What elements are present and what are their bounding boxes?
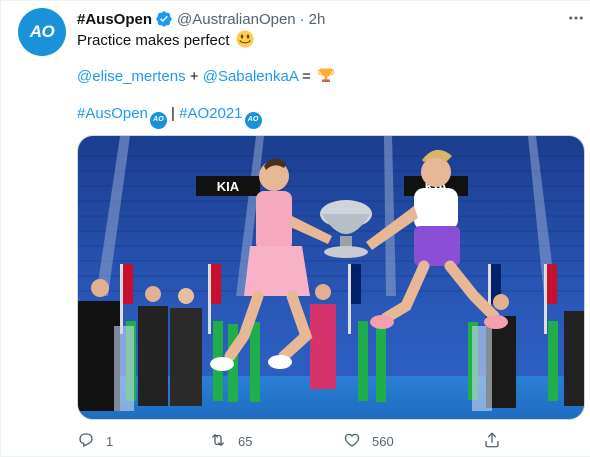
- user-handle[interactable]: @AustralianOpen: [177, 11, 296, 28]
- tweet-card[interactable]: AO #AusOpen @AustralianOpen · 2h Practic…: [0, 0, 590, 457]
- glass-pillar-left: [114, 326, 134, 411]
- mention-link-2[interactable]: @SabalenkaA: [203, 68, 298, 85]
- hashtag-link-1[interactable]: #AusOpen: [77, 105, 148, 122]
- verified-badge-icon: [155, 10, 173, 28]
- reply-button[interactable]: 1: [77, 431, 113, 451]
- retweet-count: 65: [238, 433, 253, 449]
- avatar-logo-text: AO: [29, 22, 55, 41]
- hashtag-link-2[interactable]: #AO2021: [179, 105, 242, 122]
- display-name[interactable]: #AusOpen: [77, 11, 152, 28]
- ao-logo-icon: AO: [244, 111, 262, 129]
- separator-dot: ·: [299, 10, 305, 28]
- sponsor-text-left: KIA: [217, 179, 240, 194]
- profile-avatar[interactable]: AO: [18, 8, 66, 56]
- like-count: 560: [372, 433, 394, 449]
- tweet-text-line-3: #AusOpen AO | #AO2021 AO: [77, 104, 262, 129]
- smile-emoji-icon: [236, 30, 254, 48]
- plus-text: +: [185, 68, 203, 85]
- glass-pillar-right: [472, 326, 492, 411]
- pipe-text: |: [166, 105, 180, 122]
- tweet-text: Practice makes perfect: [77, 32, 230, 49]
- mention-link-1[interactable]: @elise_mertens: [77, 68, 186, 85]
- tweet-text-line-2: @elise_mertens + @SabalenkaA =: [77, 66, 335, 87]
- reply-count: 1: [106, 433, 114, 449]
- tweet-header: #AusOpen @AustralianOpen · 2h: [77, 9, 325, 29]
- reply-icon: [77, 431, 95, 452]
- share-icon: [483, 431, 501, 452]
- equals-text: =: [298, 68, 316, 85]
- tweet-actions: 1 65 560: [77, 431, 585, 451]
- like-icon: [343, 431, 361, 452]
- like-button[interactable]: 560: [343, 431, 394, 451]
- timestamp[interactable]: 2h: [309, 11, 326, 28]
- share-button[interactable]: [483, 431, 501, 451]
- tweet-text-line-1: Practice makes perfect: [77, 30, 254, 51]
- tweet-photo[interactable]: KIA KIA: [77, 135, 585, 420]
- ao-logo-icon: AO: [149, 111, 167, 129]
- trophy-emoji-icon: [317, 66, 335, 84]
- retweet-icon: [209, 431, 227, 452]
- more-icon[interactable]: [567, 9, 585, 27]
- retweet-button[interactable]: 65: [209, 431, 252, 451]
